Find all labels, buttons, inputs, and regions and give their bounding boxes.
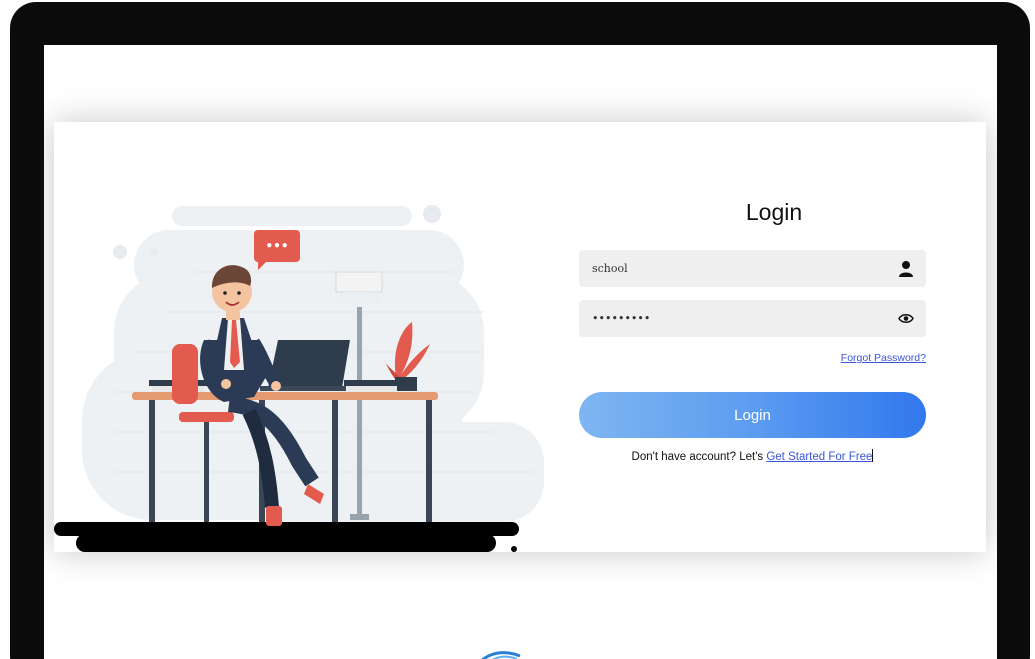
speech-bubble-dots: ••• xyxy=(265,239,288,253)
floor-shadow xyxy=(54,522,519,552)
office-worker-illustration: ••• xyxy=(54,205,544,552)
login-panel: Login Forgot Password? Login Don't have … xyxy=(579,122,969,552)
login-button[interactable]: Login xyxy=(579,392,926,438)
password-field[interactable] xyxy=(579,300,926,337)
login-title: Login xyxy=(745,199,803,225)
password-input[interactable] xyxy=(592,300,892,337)
username-input[interactable] xyxy=(592,250,892,287)
text-cursor xyxy=(872,449,874,462)
username-field[interactable] xyxy=(579,250,926,287)
user-icon xyxy=(899,261,913,277)
login-card: ••• Login Forgot Password? Login xyxy=(54,122,986,552)
brand-logo-icon xyxy=(481,651,521,659)
signup-row: Don't have account? Let's Get Started Fo… xyxy=(579,449,926,463)
get-started-link[interactable]: Get Started For Free xyxy=(766,451,872,463)
laptop-screen: ••• Login Forgot Password? Login xyxy=(44,45,997,659)
eye-icon[interactable] xyxy=(898,310,914,327)
signup-prompt: Don't have account? Let's xyxy=(631,451,767,463)
forgot-password-link[interactable]: Forgot Password? xyxy=(841,352,926,364)
